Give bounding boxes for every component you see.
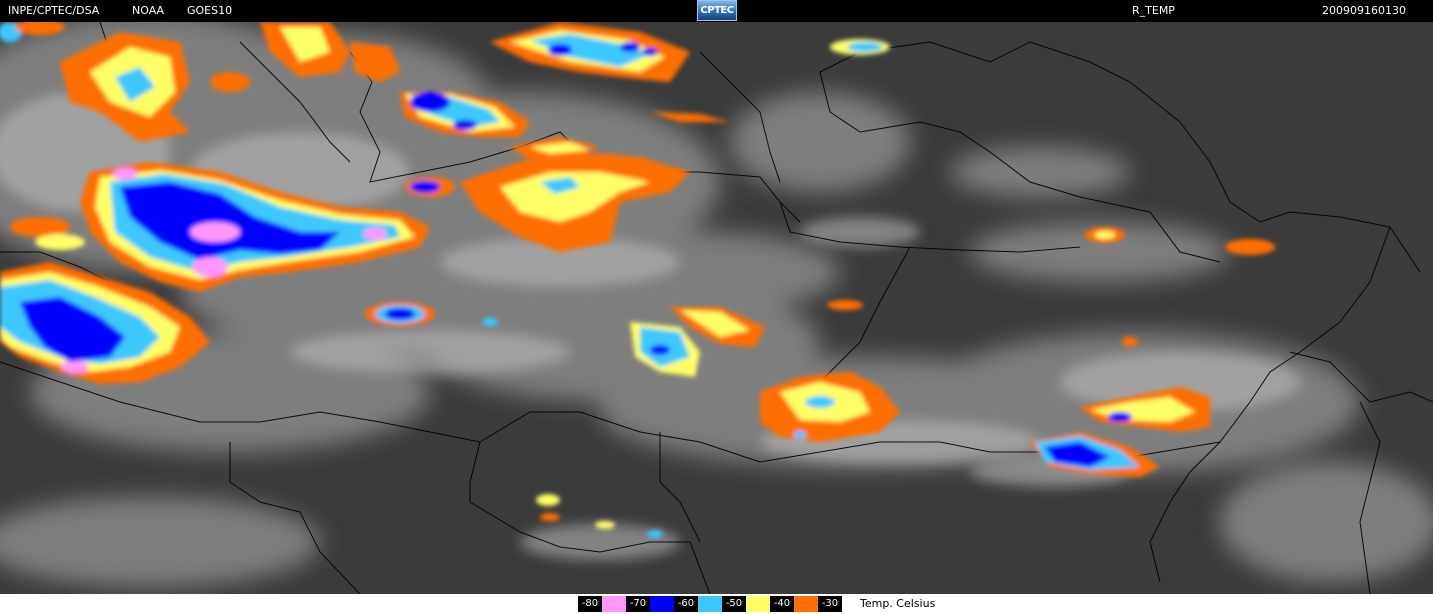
map-canvas — [0, 22, 1433, 594]
agency-label: NOAA — [132, 4, 165, 17]
legend-swatch — [650, 596, 674, 612]
satellite-label: GOES10 — [187, 4, 233, 17]
legend-item-minus50: -50 — [722, 596, 770, 612]
header-bar: INPE/CPTEC/DSA NOAA GOES10 CPTEC R_TEMP … — [0, 0, 1433, 22]
legend-item-minus80: -80 — [578, 596, 626, 612]
legend-label: -40 — [770, 596, 794, 612]
legend-swatch — [746, 596, 770, 612]
satellite-image-viewer: INPE/CPTEC/DSA NOAA GOES10 CPTEC R_TEMP … — [0, 0, 1433, 614]
legend-unit-label: Temp. Celsius — [860, 597, 936, 610]
legend-swatch — [794, 596, 818, 612]
legend-label: -60 — [674, 596, 698, 612]
legend-item-minus70: -70 — [626, 596, 674, 612]
cptec-logo: CPTEC — [697, 0, 737, 21]
institution-label: INPE/CPTEC/DSA — [8, 4, 100, 17]
legend-item-minus30: -30 — [818, 596, 842, 612]
satellite-map — [0, 22, 1433, 594]
legend-label: -50 — [722, 596, 746, 612]
datetime-label: 200909160130 — [1322, 4, 1406, 17]
legend-label: -30 — [818, 596, 842, 612]
legend-label: -80 — [578, 596, 602, 612]
legend-swatch — [602, 596, 626, 612]
legend-item-minus40: -40 — [770, 596, 818, 612]
legend-item-minus60: -60 — [674, 596, 722, 612]
temperature-legend: -80 -70 -60 -50 -40 -30 Temp. Celsius — [0, 594, 1433, 614]
product-label: R_TEMP — [1132, 4, 1175, 17]
legend-label: -70 — [626, 596, 650, 612]
legend-swatch — [698, 596, 722, 612]
